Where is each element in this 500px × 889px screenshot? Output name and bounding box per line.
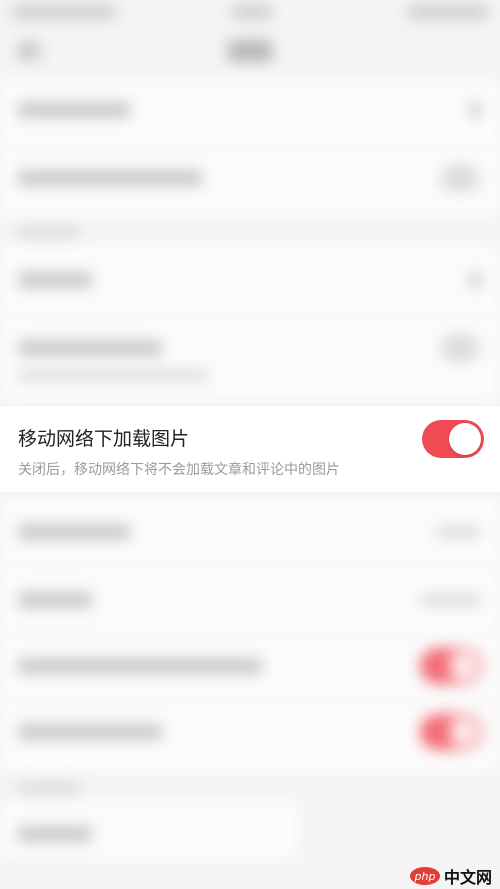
row-7-toggle	[420, 648, 482, 684]
load-images-toggle[interactable]	[422, 420, 484, 458]
setting-description: 关闭后，移动网络下将不会加载文章和评论中的图片	[18, 462, 340, 478]
row-bg-1	[0, 78, 500, 218]
section-header-2	[18, 782, 80, 794]
status-bar-time	[12, 6, 116, 18]
back-icon	[18, 42, 40, 60]
php-logo-icon: php	[409, 867, 440, 885]
section-header-1	[18, 226, 80, 238]
row-3-label	[18, 272, 92, 288]
row-8-label	[18, 724, 162, 740]
row-2-label	[18, 170, 202, 186]
row-4-label	[18, 340, 162, 356]
row-6-value	[420, 594, 480, 606]
nav-title	[228, 40, 272, 62]
row-6-label	[18, 592, 92, 608]
row-9-label	[18, 826, 92, 842]
mobile-image-loading-setting[interactable]: 移动网络下加载图片 关闭后，移动网络下将不会加载文章和评论中的图片	[0, 406, 500, 492]
row-5-label	[18, 524, 130, 540]
watermark-text: 中文网	[443, 868, 492, 887]
row-3-chevron	[470, 272, 480, 288]
row-8-toggle	[420, 714, 482, 750]
row-5-value	[436, 526, 480, 538]
status-bar-right	[408, 6, 488, 18]
row-2-switch	[440, 164, 480, 192]
toggle-knob	[449, 423, 481, 455]
row-sep	[0, 632, 500, 633]
row-sep	[0, 700, 500, 701]
row-sep	[0, 566, 500, 567]
watermark: php 中文网	[409, 865, 492, 887]
status-bar-center	[232, 6, 272, 18]
row-4-sub	[18, 370, 208, 381]
row-1-label	[18, 102, 130, 118]
setting-title: 移动网络下加载图片	[18, 428, 190, 450]
row-sep	[0, 146, 500, 147]
row-7-label	[18, 658, 262, 674]
row-bg-2	[0, 244, 500, 406]
row-sep	[0, 314, 500, 315]
row-4-switch	[440, 334, 480, 362]
row-1-chevron	[470, 102, 480, 118]
